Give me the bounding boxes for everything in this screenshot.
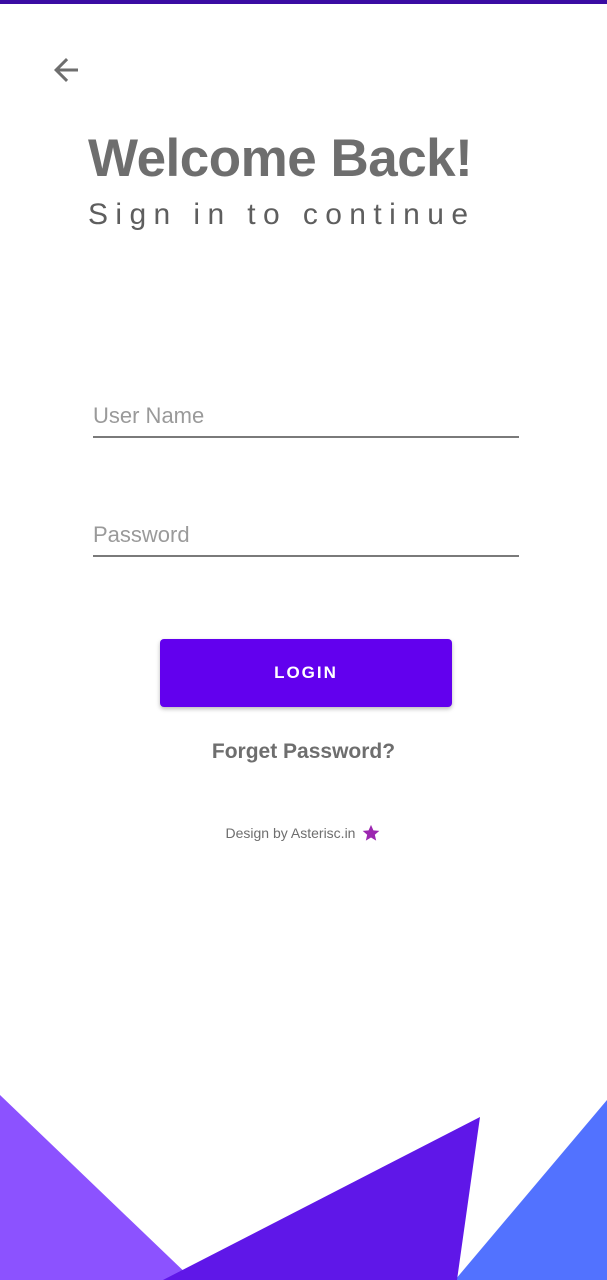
design-credit-text: Design by Asterisc.in xyxy=(225,825,356,841)
password-input[interactable] xyxy=(93,515,519,555)
star-icon xyxy=(363,824,380,841)
password-field-container xyxy=(93,515,519,557)
login-button-label: LOGIN xyxy=(274,663,338,682)
decor-triangle-middle xyxy=(163,1117,480,1280)
forget-password-link[interactable]: Forget Password? xyxy=(0,740,607,764)
design-credit: Design by Asterisc.in xyxy=(0,823,607,843)
login-button[interactable]: LOGIN xyxy=(160,639,452,707)
decorative-triangles xyxy=(0,1095,607,1280)
back-button[interactable] xyxy=(44,48,88,92)
page-title: Welcome Back! xyxy=(88,129,473,188)
status-bar-strip xyxy=(0,0,607,4)
username-field-container xyxy=(93,396,519,438)
username-input[interactable] xyxy=(93,396,519,436)
page-subtitle: Sign in to continue xyxy=(88,198,476,231)
arrow-left-icon xyxy=(54,58,78,82)
decor-triangle-left xyxy=(0,1095,193,1280)
